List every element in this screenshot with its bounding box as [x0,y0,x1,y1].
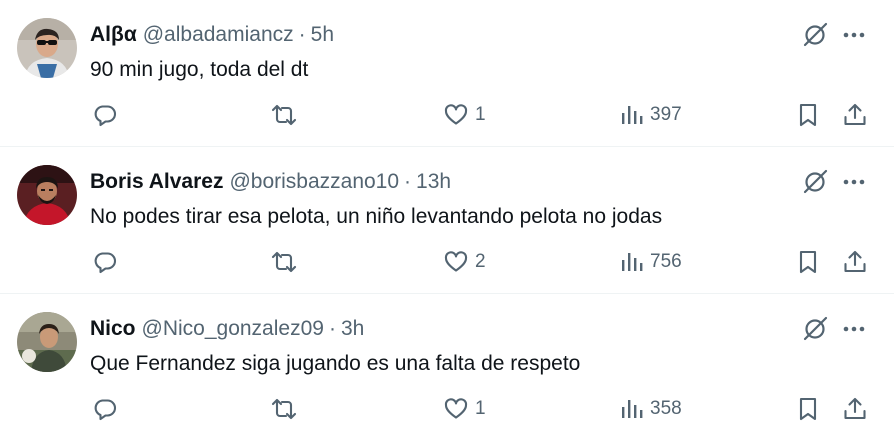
timestamp[interactable]: 13h [416,169,451,195]
bookmark-button[interactable] [796,247,820,277]
heart-icon [444,104,468,125]
grok-icon[interactable] [801,168,829,196]
retweet-button[interactable] [270,394,298,424]
tweet-text: 90 min jugo, toda del dt [90,58,309,81]
heart-icon [444,251,468,272]
share-button[interactable] [842,394,868,424]
retweet-button[interactable] [270,247,298,277]
reply-icon [94,252,116,274]
share-icon [844,397,866,420]
views-button[interactable]: 397 [620,100,682,130]
tweet-actions: 2 756 [0,247,894,277]
share-button[interactable] [842,100,868,130]
tweet-text: Que Fernandez siga jugando es una falta … [90,352,581,375]
retweet-icon [271,398,297,420]
display-name[interactable]: Boris Alvarez [90,169,223,195]
views-icon [622,400,643,418]
timestamp[interactable]: 3h [341,316,364,342]
user-handle[interactable]: @albadamiancz [143,22,294,48]
view-count: 358 [650,398,682,419]
tweet-text: No podes tirar esa pelota, un niño levan… [90,205,663,228]
retweet-icon [271,104,297,126]
timestamp[interactable]: 5h [311,22,334,48]
tweet-actions: 1 358 [0,394,894,424]
separator-dot: · [298,23,306,46]
like-button[interactable]: 1 [443,394,486,424]
display-name[interactable]: Nico [90,316,136,342]
share-icon [844,250,866,273]
bookmark-icon [799,103,817,127]
user-handle[interactable]: @borisbazzano10 [229,169,399,195]
reply-button[interactable] [92,247,118,277]
avatar[interactable] [17,18,77,78]
more-icon[interactable] [840,22,868,48]
heart-icon [444,398,468,419]
view-count: 756 [650,251,682,272]
reply-button[interactable] [92,394,118,424]
bookmark-icon [799,397,817,421]
avatar[interactable] [17,165,77,225]
reply-feed: Alβα @albadamiancz · 5h 90 min jugo, tod… [0,0,894,441]
tweet-actions: 1 397 [0,100,894,130]
reply-button[interactable] [92,100,118,130]
retweet-icon [271,251,297,273]
more-icon[interactable] [840,169,868,195]
like-count: 1 [475,104,486,125]
like-button[interactable]: 1 [443,100,486,130]
share-icon [844,103,866,126]
grok-icon[interactable] [801,21,829,49]
like-count: 2 [475,251,486,272]
bookmark-button[interactable] [796,100,820,130]
like-button[interactable]: 2 [443,247,486,277]
tweet[interactable]: Alβα @albadamiancz · 5h 90 min jugo, tod… [0,0,894,147]
grok-icon[interactable] [801,315,829,343]
like-count: 1 [475,398,486,419]
reply-icon [94,105,116,127]
more-icon[interactable] [840,316,868,342]
views-icon [622,253,643,271]
bookmark-icon [799,250,817,274]
tweet[interactable]: Nico @Nico_gonzalez09 · 3h Que Fernandez… [0,294,894,441]
views-icon [622,106,643,124]
view-count: 397 [650,104,682,125]
display-name[interactable]: Alβα [90,22,137,48]
separator-dot: · [404,170,412,193]
tweet-header: Boris Alvarez @borisbazzano10 · 13h [90,169,451,195]
separator-dot: · [328,317,336,340]
retweet-button[interactable] [270,100,298,130]
views-button[interactable]: 358 [620,394,682,424]
tweet[interactable]: Boris Alvarez @borisbazzano10 · 13h No p… [0,147,894,294]
share-button[interactable] [842,247,868,277]
bookmark-button[interactable] [796,394,820,424]
views-button[interactable]: 756 [620,247,682,277]
reply-icon [94,399,116,421]
user-handle[interactable]: @Nico_gonzalez09 [142,316,324,342]
tweet-header: Nico @Nico_gonzalez09 · 3h [90,316,364,342]
tweet-header: Alβα @albadamiancz · 5h [90,22,334,48]
avatar[interactable] [17,312,77,372]
